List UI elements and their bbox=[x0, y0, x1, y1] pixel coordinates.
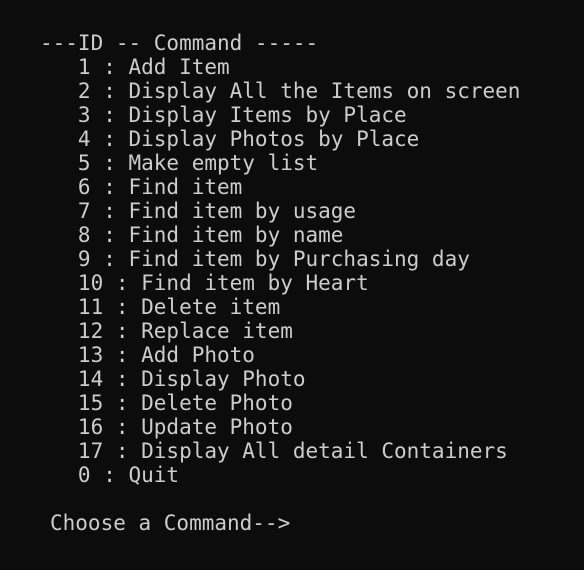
menu-item-0: 0 : Quit bbox=[40, 463, 180, 487]
menu-item-1: 1 : Add Item bbox=[40, 55, 230, 79]
menu-item-11: 11 : Delete item bbox=[40, 295, 281, 319]
menu-item-17: 17 : Display All detail Containers bbox=[40, 439, 508, 463]
menu-item-16: 16 : Update Photo bbox=[40, 415, 293, 439]
menu-item-14: 14 : Display Photo bbox=[40, 367, 306, 391]
menu-header: ---ID -- Command ----- bbox=[40, 31, 319, 55]
menu-item-8: 8 : Find item by name bbox=[40, 223, 344, 247]
menu-item-4: 4 : Display Photos by Place bbox=[40, 127, 420, 151]
menu-item-9: 9 : Find item by Purchasing day bbox=[40, 247, 470, 271]
menu-item-2: 2 : Display All the Items on screen bbox=[40, 79, 521, 103]
console-window[interactable]: ---ID -- Command ----- 1 : Add Item 2 : … bbox=[0, 0, 584, 570]
prompt-text: Choose a Command--> bbox=[50, 511, 291, 535]
menu-list: 1 : Add Item 2 : Display All the Items o… bbox=[0, 55, 584, 487]
menu-item-5: 5 : Make empty list bbox=[40, 151, 319, 175]
menu-item-12: 12 : Replace item bbox=[40, 319, 293, 343]
command-prompt[interactable]: Choose a Command--> bbox=[50, 511, 584, 535]
menu-item-15: 15 : Delete Photo bbox=[40, 391, 293, 415]
menu-item-6: 6 : Find item bbox=[40, 175, 243, 199]
menu-item-7: 7 : Find item by usage bbox=[40, 199, 357, 223]
menu-item-10: 10 : Find item by Heart bbox=[40, 271, 369, 295]
menu-item-13: 13 : Add Photo bbox=[40, 343, 255, 367]
menu-item-3: 3 : Display Items by Place bbox=[40, 103, 407, 127]
